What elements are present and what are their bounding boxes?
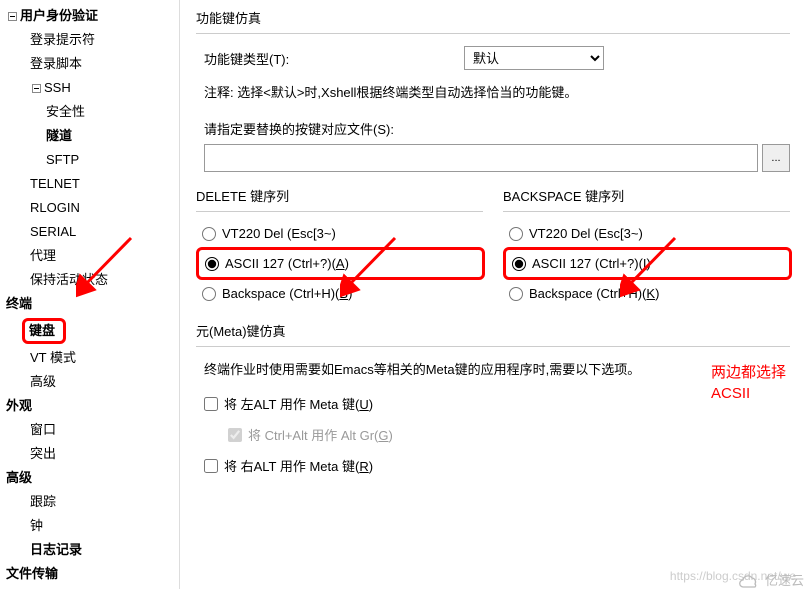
tree-item[interactable]: 隧道 <box>2 124 177 148</box>
tree-item-label: 终端 <box>6 294 32 314</box>
checkbox-right-alt[interactable] <box>204 459 218 473</box>
tree-item[interactable]: 键盘 <box>2 316 177 346</box>
radio-backspace-vt220[interactable] <box>509 227 523 241</box>
tree-item[interactable]: SERIAL <box>2 220 177 244</box>
meta-title: 元(Meta)键仿真 <box>196 321 790 347</box>
tree-item[interactable]: 安全性 <box>2 100 177 124</box>
tree-item-label: TELNET <box>30 174 80 194</box>
tree-item-label: 文件传输 <box>6 564 58 584</box>
radio-delete-ascii127[interactable] <box>205 257 219 271</box>
tree-item[interactable]: VT 模式 <box>2 346 177 370</box>
tree-item[interactable]: 跟踪 <box>2 490 177 514</box>
tree-item-label: 日志记录 <box>30 540 82 560</box>
checkbox-ctrl-alt <box>228 428 242 442</box>
radio-delete-vt220[interactable] <box>202 227 216 241</box>
meta-section: 元(Meta)键仿真 终端作业时使用需要如Emacs等相关的Meta键的应用程序… <box>196 321 790 481</box>
tree-item-label: 登录提示符 <box>30 30 95 50</box>
tree-item-label: 登录脚本 <box>30 54 82 74</box>
tree-item-label: 高级 <box>6 468 32 488</box>
meta-right-alt[interactable]: 将 右ALT 用作 Meta 键(R) <box>196 450 790 481</box>
meta-left-alt[interactable]: 将 左ALT 用作 Meta 键(U) <box>196 388 790 419</box>
tree-item[interactable]: 高级 <box>2 370 177 394</box>
tree-item-label: 代理 <box>30 246 56 266</box>
funckey-title: 功能键仿真 <box>196 8 790 34</box>
tree-item-label: 键盘 <box>29 323 55 338</box>
tree-item-label: SFTP <box>46 150 79 170</box>
sidebar-tree: 用户身份验证登录提示符登录脚本 SSH 安全性隧道 SFTP TELNET RLOGIN S… <box>0 0 180 589</box>
tree-item[interactable]: 登录提示符 <box>2 28 177 52</box>
funckey-section: 功能键仿真 功能键类型(T): 默认 注释: 选择<默认>时,Xshell根据终… <box>196 8 790 172</box>
collapse-icon[interactable] <box>6 10 18 22</box>
tree-item[interactable]: 用户身份验证 <box>2 4 177 28</box>
backspace-section: BACKSPACE 键序列 VT220 Del (Esc[3~) ASCII 1… <box>503 186 790 307</box>
tree-item[interactable]: 外观 <box>2 394 177 418</box>
tree-item[interactable]: 终端 <box>2 292 177 316</box>
radio-backspace-ascii127[interactable] <box>512 257 526 271</box>
delete-opt-vt220[interactable]: VT220 Del (Esc[3~) <box>196 220 483 247</box>
funckey-file-input[interactable] <box>204 144 758 172</box>
tree-item[interactable]: 高级 <box>2 466 177 490</box>
meta-desc: 终端作业时使用需要如Emacs等相关的Meta键的应用程序时,需要以下选项。 <box>204 359 790 378</box>
funckey-file-label: 请指定要替换的按键对应文件(S): <box>204 119 790 138</box>
tree-item-label: SSH <box>44 78 71 98</box>
tree-item[interactable]: TELNET <box>2 172 177 196</box>
tree-item-label: 高级 <box>30 372 56 392</box>
radio-backspace-backspace[interactable] <box>509 287 523 301</box>
tree-item[interactable]: 钟 <box>2 514 177 538</box>
tree-item-label: SERIAL <box>30 222 76 242</box>
logo-mark: 亿速云 <box>735 570 804 589</box>
delete-opt-backspace[interactable]: Backspace (Ctrl+H)(B) <box>196 280 483 307</box>
cloud-icon <box>735 571 763 589</box>
backspace-opt-backspace[interactable]: Backspace (Ctrl+H)(K) <box>503 280 790 307</box>
tree-item[interactable]: 保持活动状态 <box>2 268 177 292</box>
tree-item-label: 窗口 <box>30 420 56 440</box>
tree-item[interactable]: 代理 <box>2 244 177 268</box>
tree-item-label: 保持活动状态 <box>30 270 108 290</box>
highlight-box: 键盘 <box>22 318 66 344</box>
tree-item[interactable]: RLOGIN <box>2 196 177 220</box>
backspace-opt-vt220[interactable]: VT220 Del (Esc[3~) <box>503 220 790 247</box>
tree-item-label: 隧道 <box>46 126 72 146</box>
tree-item-label: 外观 <box>6 396 32 416</box>
tree-item-label: VT 模式 <box>30 348 76 368</box>
collapse-icon[interactable] <box>30 82 42 94</box>
backspace-title: BACKSPACE 键序列 <box>503 186 790 212</box>
tree-item-label: 突出 <box>30 444 56 464</box>
funckey-type-select[interactable]: 默认 <box>464 46 604 70</box>
tree-item[interactable]: SFTP <box>2 148 177 172</box>
tree-item[interactable]: 文件传输 <box>2 562 177 586</box>
radio-delete-backspace[interactable] <box>202 287 216 301</box>
delete-opt-ascii127[interactable]: ASCII 127 (Ctrl+?)(A) <box>196 247 485 280</box>
tree-item-label: 安全性 <box>46 102 85 122</box>
funckey-note: 注释: 选择<默认>时,Xshell根据终端类型自动选择恰当的功能键。 <box>204 82 790 101</box>
tree-item[interactable]: 登录脚本 <box>2 52 177 76</box>
tree-item[interactable]: 突出 <box>2 442 177 466</box>
meta-ctrl-alt: 将 Ctrl+Alt 用作 Alt Gr(G) <box>196 419 790 450</box>
checkbox-left-alt[interactable] <box>204 397 218 411</box>
tree-item-label: 钟 <box>30 516 43 536</box>
content-pane: 功能键仿真 功能键类型(T): 默认 注释: 选择<默认>时,Xshell根据终… <box>180 0 806 589</box>
delete-title: DELETE 键序列 <box>196 186 483 212</box>
delete-section: DELETE 键序列 VT220 Del (Esc[3~) ASCII 127 … <box>196 186 483 307</box>
funckey-type-label: 功能键类型(T): <box>204 49 464 68</box>
tree-item[interactable]: 日志记录 <box>2 538 177 562</box>
key-sequence-row: DELETE 键序列 VT220 Del (Esc[3~) ASCII 127 … <box>196 186 790 307</box>
browse-button[interactable]: ... <box>762 144 790 172</box>
tree-item[interactable]: SSH <box>2 76 177 100</box>
backspace-opt-ascii127[interactable]: ASCII 127 (Ctrl+?)(I) <box>503 247 792 280</box>
tree-item-label: RLOGIN <box>30 198 80 218</box>
tree-item-label: 用户身份验证 <box>20 6 98 26</box>
tree-item[interactable]: 窗口 <box>2 418 177 442</box>
tree-item-label: 跟踪 <box>30 492 56 512</box>
